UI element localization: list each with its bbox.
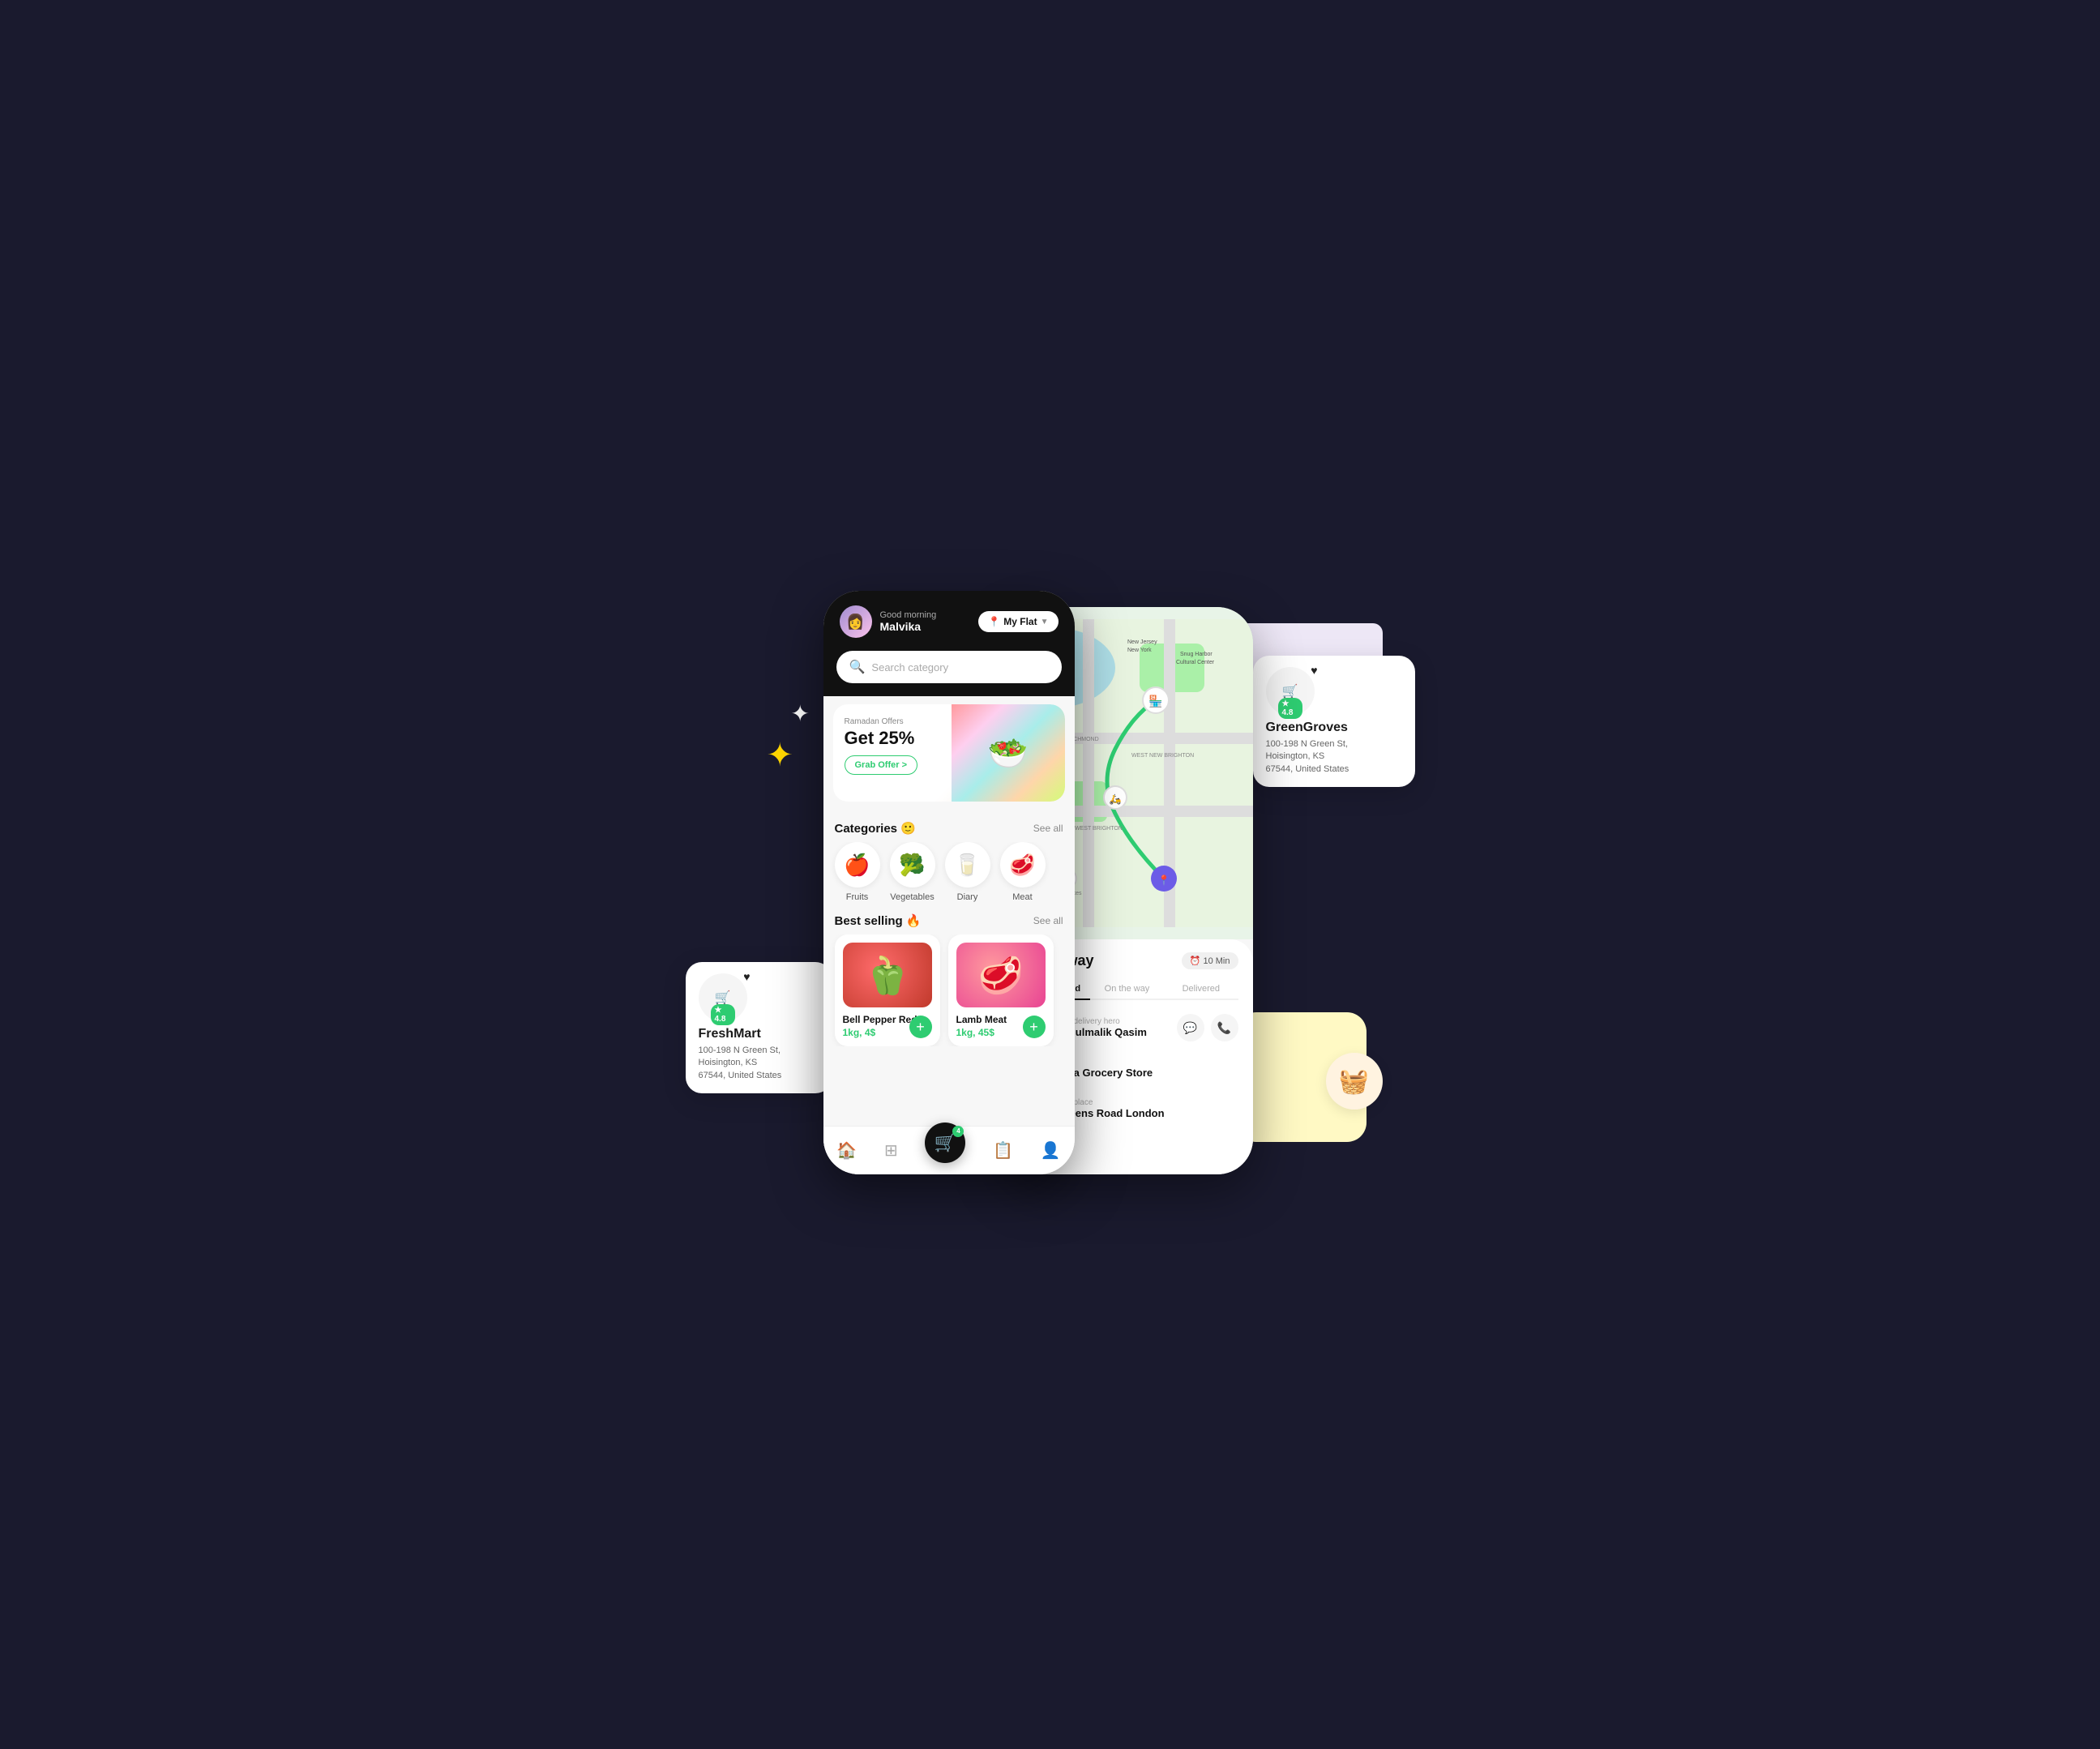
chevron-down-icon: ▼ [1041,618,1049,626]
sparkle-gold-icon: ✦ [767,737,807,777]
freshmart-icon-wrap: 🛒 ♥ ★ 4.8 [699,973,747,1022]
main-phone: 👩 Good morning Malvika 📍 My Flat ▼ 🔍 Sea… [823,591,1075,1174]
product-bell-pepper: 🫑 Bell Pepper Red 1kg, 4$ + [835,934,940,1046]
nav-home-icon[interactable]: 🏠 [836,1140,857,1161]
category-fruits[interactable]: 🍎 Fruits [835,842,880,902]
call-button[interactable]: 📞 [1211,1014,1238,1041]
greengroves-rating-value: ★ 4.8 [1282,699,1298,717]
header-left: 👩 Good morning Malvika [840,605,937,638]
user-name: Malvika [880,620,937,633]
greengroves-basket-icon: 🛒 [1282,683,1298,699]
search-placeholder: Search category [871,661,948,674]
svg-text:Snug Harbor: Snug Harbor [1180,652,1213,657]
scene: ✦ ✦ 🛒 ♥ ★ 4.8 FreshMart 100-198 N Green … [686,558,1415,1191]
greeting-text: Good morning [880,610,937,620]
meat-label: Meat [1012,892,1032,902]
sparkle-white-icon: ✦ [791,700,819,729]
svg-text:WEST BRIGHTON: WEST BRIGHTON [1075,826,1123,832]
categories-header: Categories 🙂 See all [823,810,1075,842]
search-icon: 🔍 [849,659,866,675]
tab-delivered[interactable]: Delivered [1164,979,1238,999]
freshmart-rating-value: ★ 4.8 [715,1006,731,1024]
bottom-nav: 🏠 ⊞ 🛒 4 📋 👤 [823,1126,1075,1174]
add-lamb-meat-button[interactable]: + [1023,1016,1046,1038]
add-bell-pepper-button[interactable]: + [909,1016,932,1038]
greengroves-name: GreenGroves [1266,721,1402,735]
delivery-hero-actions: 💬 📞 [1177,1014,1238,1041]
greengroves-heart-icon: ♥ [1311,664,1317,677]
chat-button[interactable]: 💬 [1177,1014,1204,1041]
svg-text:Cultural Center: Cultural Center [1176,660,1215,665]
vegetables-icon: 🥦 [890,842,935,887]
svg-text:🏪: 🏪 [1148,695,1162,708]
freshmart-rating-badge: ★ 4.8 [711,1004,735,1025]
banner-image: 🥗 [952,704,1065,802]
delivery-place-name: Queens Road London [1055,1107,1238,1119]
delivery-store-label: Store [1055,1058,1238,1067]
bestselling-title: Best selling 🔥 [835,913,922,928]
nav-grid-icon[interactable]: ⊞ [884,1140,898,1161]
delivery-place-info: Your place Queens Road London [1055,1098,1238,1119]
location-pill[interactable]: 📍 My Flat ▼ [978,611,1058,632]
bestselling-see-all[interactable]: See all [1033,915,1063,926]
diary-label: Diary [957,892,978,902]
greeting-block: Good morning Malvika [880,610,937,633]
categories-row: 🍎 Fruits 🥦 Vegetables 🥛 Diary 🥩 Meat [823,842,1075,902]
nav-list-icon[interactable]: 📋 [993,1140,1013,1161]
product-lamb-meat: 🥩 Lamb Meat 1kg, 45$ + [948,934,1054,1046]
nav-profile-icon[interactable]: 👤 [1041,1140,1061,1161]
svg-text:New York: New York [1127,648,1152,653]
bell-pepper-image: 🫑 [843,943,932,1007]
svg-text:WEST NEW BRIGHTON: WEST NEW BRIGHTON [1131,753,1194,759]
delivery-place-label: Your place [1055,1098,1238,1107]
freshmart-heart-icon: ♥ [743,970,750,983]
cart-fab-button[interactable]: 🛒 4 [925,1123,965,1163]
greengroves-rating-badge: ★ 4.8 [1278,698,1302,719]
cart-badge: 4 [952,1126,964,1137]
freshmart-address: 100-198 N Green St,Hoisington, KS67544, … [699,1045,819,1082]
delivery-time-badge: ⏰ 10 Min [1182,952,1238,969]
lamb-meat-image: 🥩 [956,943,1046,1007]
phone-header: 👩 Good morning Malvika 📍 My Flat ▼ [823,591,1075,651]
basket-float-right-icon: 🧺 [1326,1053,1383,1110]
categories-see-all[interactable]: See all [1033,823,1063,834]
location-label: My Flat [1003,616,1037,627]
diary-icon: 🥛 [945,842,990,887]
tab-on-the-way[interactable]: On the way [1090,979,1164,999]
fruits-label: Fruits [846,892,869,902]
search-bar[interactable]: 🔍 Search category [836,651,1062,683]
products-row: 🫑 Bell Pepper Red 1kg, 4$ + 🥩 Lamb Meat … [823,934,1075,1046]
grab-offer-button[interactable]: Grab Offer > [845,755,918,775]
freshmart-name: FreshMart [699,1027,819,1041]
svg-text:New Jersey: New Jersey [1127,639,1157,645]
delivery-store-info: Store Insta Grocery Store [1055,1058,1238,1079]
greengroves-address: 100-198 N Green St,Hoisington, KS67544, … [1266,738,1402,776]
category-diary[interactable]: 🥛 Diary [945,842,990,902]
category-vegetables[interactable]: 🥦 Vegetables [890,842,935,902]
avatar: 👩 [840,605,872,638]
categories-title: Categories 🙂 [835,821,916,836]
category-meat[interactable]: 🥩 Meat [1000,842,1046,902]
freshmart-card: 🛒 ♥ ★ 4.8 FreshMart 100-198 N Green St,H… [686,962,832,1093]
greengroves-icon-wrap: 🛒 ♥ ★ 4.8 [1266,667,1315,716]
promo-banner: Ramadan Offers Get 25% Grab Offer > 🥗 [833,704,1065,802]
delivery-store-name: Insta Grocery Store [1055,1067,1238,1079]
location-pin-icon: 📍 [988,616,1000,627]
phone-body: Ramadan Offers Get 25% Grab Offer > 🥗 Ca… [823,696,1075,1174]
freshmart-basket-icon: 🛒 [715,990,731,1006]
svg-text:📍: 📍 [1157,874,1170,886]
fruits-icon: 🍎 [835,842,880,887]
bestselling-header: Best selling 🔥 See all [823,902,1075,934]
svg-text:🛵: 🛵 [1109,793,1121,805]
meat-icon: 🥩 [1000,842,1046,887]
greengroves-card: 🛒 ♥ ★ 4.8 GreenGroves 100-198 N Green St… [1253,656,1415,787]
vegetables-label: Vegetables [890,892,934,902]
search-wrap: 🔍 Search category [823,651,1075,696]
